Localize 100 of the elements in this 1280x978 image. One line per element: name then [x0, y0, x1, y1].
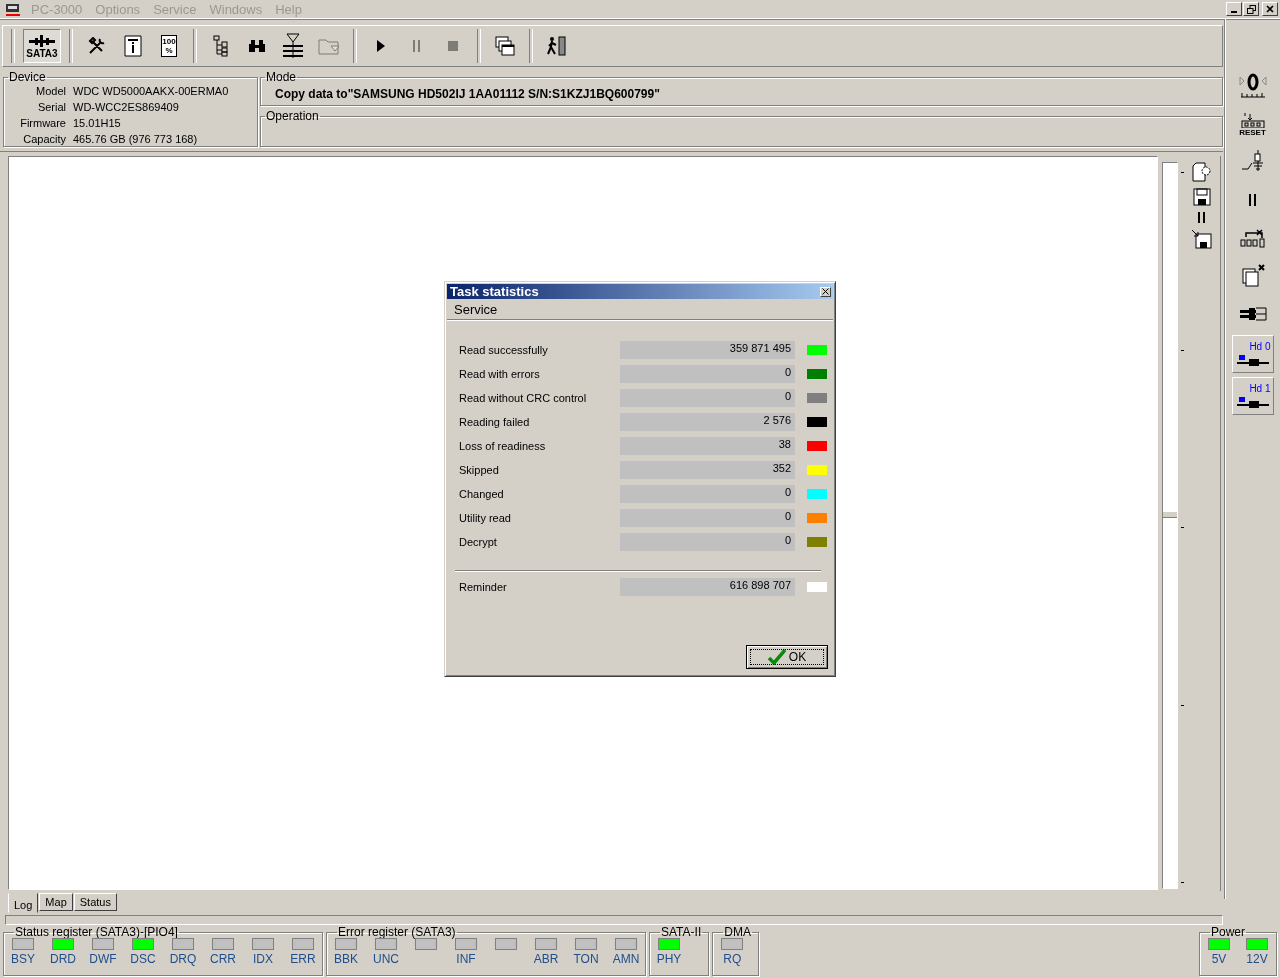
- restore-button[interactable]: [1243, 2, 1259, 16]
- stat-value: 0: [620, 485, 795, 503]
- led-label: DWF: [89, 953, 117, 966]
- stat-value: 0: [620, 509, 795, 527]
- ok-button[interactable]: OK: [746, 645, 828, 669]
- led-label: 5V: [1211, 953, 1227, 966]
- mode-text: Copy data to"SAMSUNG HD502IJ 1AA01112 S/N:S1KZJ1BQ600799": [274, 86, 661, 101]
- close-icon: [822, 288, 829, 295]
- led-label: DRQ: [169, 953, 197, 966]
- sata-button[interactable]: SATA3: [23, 29, 61, 63]
- stat-label: Utility read: [459, 512, 512, 524]
- minimize-button[interactable]: [1226, 2, 1242, 16]
- gauge-icon: [1238, 73, 1267, 99]
- field-value: WDC WD5000AAKX-00ERMA0: [73, 84, 230, 98]
- stat-value: 0: [620, 389, 795, 407]
- led-label: BSY: [11, 953, 35, 966]
- menu-item[interactable]: Service: [454, 301, 498, 317]
- walking-person-door-icon: [547, 36, 567, 56]
- tab[interactable]: Status: [73, 893, 117, 911]
- pause-icon: [1198, 212, 1206, 223]
- stat-value: 2 576: [620, 413, 795, 431]
- field-label: Serial: [36, 100, 66, 114]
- field-value: WD-WCC2ES869409: [73, 100, 180, 114]
- group-title: Error register (SATA3): [337, 926, 457, 938]
- stat-label: Loss of readiness: [459, 440, 547, 452]
- funnel-lines-icon: [281, 33, 305, 59]
- group-title: Status register (SATA3)-[PIO4]: [14, 926, 179, 938]
- led-label: IDX: [253, 953, 273, 966]
- led-label: BBK: [334, 953, 358, 966]
- stat-value: 0: [620, 533, 795, 551]
- slider-thumb[interactable]: [1163, 511, 1177, 519]
- group-title: SATA-II: [660, 926, 703, 938]
- scroll-info-icon: [122, 34, 144, 58]
- close-icon: [1266, 5, 1274, 13]
- field-value: 15.01H15: [73, 116, 122, 130]
- stat-value: 0: [620, 365, 795, 383]
- led-label: 12V: [1246, 953, 1268, 966]
- pause-icon: [1248, 194, 1257, 206]
- stat-value: 352: [620, 461, 795, 479]
- field-label: Model: [35, 84, 66, 98]
- checkmark-icon: [767, 649, 786, 665]
- group-title: DMA: [723, 926, 752, 938]
- drive-connector-icon: [1236, 355, 1269, 367]
- close-button[interactable]: [1262, 2, 1278, 16]
- group-title: Device: [8, 71, 47, 83]
- stat-label: Reading failed: [459, 416, 531, 428]
- stat-label: Decrypt: [459, 536, 498, 548]
- led-label: RQ: [723, 953, 742, 966]
- group-title: Power: [1210, 926, 1246, 938]
- horizontal-scrollbar[interactable]: [5, 915, 1224, 925]
- dialog-title: Task statistics: [450, 284, 539, 299]
- field-label: Firmware: [19, 116, 66, 130]
- stat-label: Read without CRC control: [459, 392, 588, 404]
- stat-label: Changed: [459, 488, 505, 500]
- stop-icon: [448, 41, 458, 51]
- restore-icon: [1246, 4, 1256, 14]
- floppy-import-icon: [1191, 229, 1213, 249]
- floppy-disk-button[interactable]: [1193, 188, 1211, 206]
- field-label: Capacity: [22, 132, 66, 146]
- stat-value: 616 898 707: [620, 578, 795, 596]
- led-label: ABR: [533, 953, 559, 966]
- stat-value: 38: [620, 437, 795, 455]
- close-button[interactable]: [820, 286, 831, 297]
- group-title: Operation: [265, 110, 320, 122]
- play-icon: [377, 40, 385, 52]
- connector-icon: [1238, 307, 1267, 321]
- field-value: 465.76 GB (976 773 168): [73, 132, 199, 146]
- hammer-wrench-icon: [88, 37, 106, 55]
- led-label: CRR: [210, 953, 236, 966]
- document-gear-icon: [1191, 162, 1213, 182]
- reset-counter-button[interactable]: RESET: [1231, 107, 1274, 141]
- floppy-import-button[interactable]: [1191, 229, 1213, 249]
- pages-cross-icon: [1240, 264, 1265, 288]
- stat-label: Skipped: [459, 464, 500, 476]
- binoculars-icon: [248, 39, 266, 53]
- app-logo-icon: [5, 2, 21, 16]
- stat-value: 359 871 495: [620, 341, 795, 359]
- pause-button[interactable]: [1198, 212, 1206, 223]
- stat-label: Read successfully: [459, 344, 549, 356]
- pause-icon: [413, 40, 421, 52]
- tab[interactable]: Log: [8, 893, 39, 913]
- stat-label: Reminder: [459, 581, 508, 593]
- led-label: TON: [573, 953, 599, 966]
- tab[interactable]: Map: [39, 893, 73, 911]
- led-label: UNC: [373, 953, 399, 966]
- led-label: PHY: [656, 953, 682, 966]
- connector-icon: [27, 33, 57, 48]
- tree-icon: [213, 35, 229, 57]
- percent-button[interactable]: 100 %: [153, 29, 185, 63]
- folder-icon: [317, 36, 341, 56]
- document-gear-button[interactable]: [1191, 162, 1213, 182]
- windows-icon: [495, 36, 515, 56]
- drive-connector-icon: [1236, 397, 1269, 409]
- led-label: AMN: [612, 953, 640, 966]
- counter-cross-icon: [1239, 228, 1266, 248]
- led-label: DSC: [130, 953, 156, 966]
- stat-label: Read with errors: [459, 368, 541, 380]
- drive-button[interactable]: Hd 1: [1231, 377, 1274, 415]
- group-title: Mode: [265, 71, 298, 83]
- drive-button[interactable]: Hd 0: [1231, 335, 1274, 373]
